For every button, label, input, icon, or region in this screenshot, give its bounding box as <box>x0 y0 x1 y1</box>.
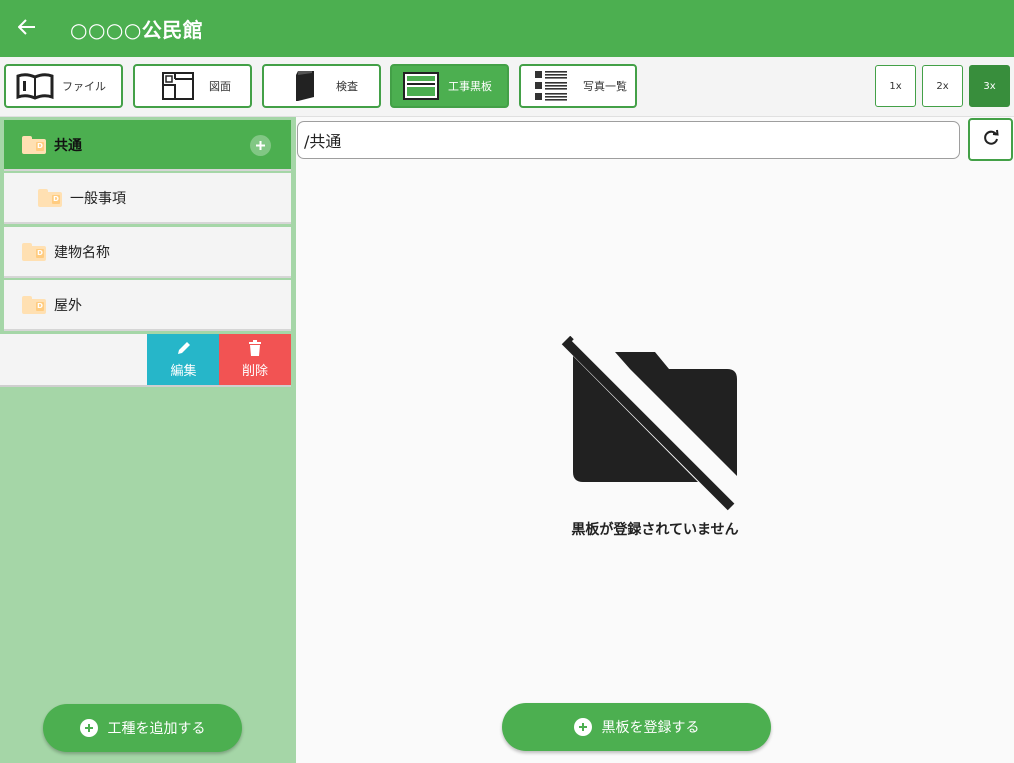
toolbar: ファイル 図面 検査 工事黒板 写真一覧 1x 2x 3x <box>0 57 1014 117</box>
register-blackboard-label: 黒板を登録する <box>601 720 700 736</box>
register-blackboard-button[interactable]: 黒板を登録する <box>502 703 771 751</box>
open-book-icon <box>16 72 54 100</box>
list-icon <box>535 70 569 102</box>
sidebar-item-outdoor[interactable]: D 屋外 <box>4 280 291 331</box>
tab-blackboard-label: 工事黒板 <box>448 80 492 93</box>
sidebar-item-label: 共通 <box>54 137 82 154</box>
plus-circle-icon <box>573 718 592 736</box>
back-button[interactable] <box>0 0 54 57</box>
folder-icon: D <box>22 242 46 261</box>
sidebar-item-label: 屋外 <box>54 297 82 314</box>
tab-blackboard-button[interactable]: 工事黒板 <box>390 64 509 108</box>
tab-photo-list-button[interactable]: 写真一覧 <box>519 64 637 108</box>
sidebar-item-general[interactable]: D 一般事項 <box>4 173 291 224</box>
folder-mark: D <box>36 301 44 311</box>
add-work-type-label: 工種を追加する <box>107 721 206 737</box>
delete-label: 削除 <box>241 364 268 379</box>
folder-icon: D <box>22 295 46 314</box>
page-title: ○○○○公民館 <box>70 18 204 42</box>
refresh-icon <box>982 129 1000 151</box>
tab-file-button[interactable]: ファイル <box>4 64 123 108</box>
zoom-2x-button[interactable]: 2x <box>922 65 963 107</box>
zoom-3x-button[interactable]: 3x <box>969 65 1010 107</box>
path-field[interactable]: /共通 <box>297 121 960 159</box>
sidebar-item-label: 一般事項 <box>70 190 126 207</box>
delete-button[interactable]: 削除 <box>219 334 291 385</box>
tab-drawing-button[interactable]: 図面 <box>133 64 252 108</box>
add-subitem-button[interactable] <box>250 135 271 156</box>
tab-photo-list-label: 写真一覧 <box>583 80 627 93</box>
folder-mark: D <box>52 194 60 204</box>
floor-plan-icon <box>161 71 195 101</box>
folder-icon: D <box>22 135 46 154</box>
app-bar: ○○○○公民館 <box>0 0 1014 57</box>
tab-inspection-label: 検査 <box>336 80 358 93</box>
sidebar: D 共通 D 一般事項 D 建物名称 D 屋外 編集 削除 工種を追加する <box>0 117 296 763</box>
swipe-actions: 編集 削除 <box>0 334 291 387</box>
add-work-type-button[interactable]: 工種を追加する <box>43 704 242 752</box>
folder-icon: D <box>38 188 62 207</box>
folder-mark: D <box>36 141 44 151</box>
edit-button[interactable]: 編集 <box>147 334 220 385</box>
empty-message: 黒板が登録されていません <box>571 522 739 538</box>
sidebar-item-label: 建物名称 <box>54 244 110 261</box>
edit-label: 編集 <box>170 364 197 379</box>
trash-icon <box>248 340 262 360</box>
no-folder-icon <box>560 335 742 516</box>
folder-mark: D <box>36 248 44 258</box>
sidebar-item-building-name[interactable]: D 建物名称 <box>4 227 291 278</box>
binder-icon <box>292 69 318 103</box>
plus-circle-icon <box>79 719 98 737</box>
tab-file-label: ファイル <box>62 80 106 93</box>
pencil-icon <box>176 340 192 360</box>
tab-inspection-button[interactable]: 検査 <box>262 64 381 108</box>
arrow-left-icon <box>17 18 36 39</box>
zoom-1x-button[interactable]: 1x <box>875 65 916 107</box>
refresh-button[interactable] <box>968 118 1013 161</box>
blackboard-icon <box>402 71 440 101</box>
tab-drawing-label: 図面 <box>209 80 231 93</box>
sidebar-item-common[interactable]: D 共通 <box>4 120 291 171</box>
